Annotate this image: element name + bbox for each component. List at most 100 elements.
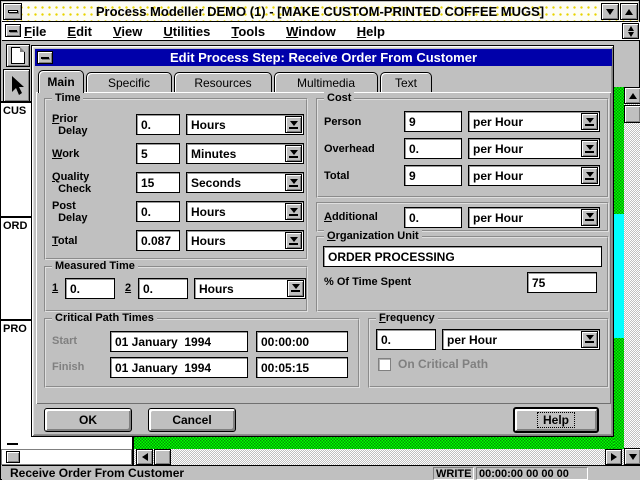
quality-check-field[interactable]: 15 [136,172,180,193]
pointer-arrow-icon [9,75,25,97]
overhead-unit-combo[interactable]: per Hour [468,138,600,159]
additional-unit-combo[interactable]: per Hour [468,207,600,228]
dropdown-arrow-icon[interactable] [285,145,302,162]
dropdown-arrow-icon[interactable] [285,232,302,249]
lane-label-processing[interactable]: PRO [3,323,31,335]
cost-total-field[interactable]: 9 [404,165,462,186]
measured-time-group: Measured Time 1 0. 2 0. Hours [44,266,308,312]
start-date-field[interactable]: 01 January 1994 [110,331,248,352]
status-clock-cell: 00:00:00 00 00 00 [476,467,588,480]
ok-button[interactable]: OK [44,408,132,432]
frequency-unit-combo[interactable]: per Hour [442,329,600,350]
measured-1-label: 1 [52,282,65,294]
scroll-right-icon [611,453,617,461]
lane-cyan-highlight [614,214,624,338]
lane-pane-hscroll-thumb[interactable] [6,451,20,463]
status-message: Receive Order From Customer [10,466,433,480]
person-unit-combo[interactable]: per Hour [468,111,600,132]
cost-total-unit-combo[interactable]: per Hour [468,165,600,186]
person-label: Person [324,116,404,128]
overhead-unit-value: per Hour [473,142,523,156]
scroll-left-button[interactable] [136,449,153,465]
pct-time-spent-field[interactable]: 75 [527,272,597,293]
time-total-field[interactable]: 0.087 [136,230,180,251]
measured-unit-value: Hours [199,282,234,296]
menu-window[interactable]: Window [286,24,336,39]
work-field[interactable]: 5 [136,143,180,164]
new-page-icon [11,47,25,64]
dropdown-arrow-icon[interactable] [581,209,598,226]
on-critical-path-checkbox[interactable] [378,358,391,371]
overhead-field[interactable]: 0. [404,138,462,159]
edit-process-step-dialog: Edit Process Step: Receive Order From Cu… [31,45,614,437]
dropdown-arrow-icon[interactable] [581,331,598,348]
quality-check-unit-combo[interactable]: Seconds [186,172,304,193]
new-diagram-button[interactable] [6,44,30,67]
lane-label-customer[interactable]: CUS [3,105,31,117]
menu-view[interactable]: View [113,24,142,39]
prior-delay-unit-combo[interactable]: Hours [186,114,304,135]
window-title: Process Modeller DEMO (1) - [MAKE CUSTOM… [2,4,638,19]
dropdown-arrow-icon[interactable] [285,116,302,133]
system-menu-button[interactable] [3,3,22,20]
dropdown-arrow-icon[interactable] [285,174,302,191]
child-system-menu-button[interactable] [5,24,21,37]
maximize-button[interactable] [620,3,638,20]
measured-unit-combo[interactable]: Hours [194,278,306,299]
tab-resources[interactable]: Resources [174,72,272,92]
child-restore-button[interactable] [622,23,639,39]
prior-delay-label: Prior Delay [52,113,136,137]
cost-group-legend: Cost [324,92,354,104]
frequency-group: Frequency 0. per Hour On Critical Path [368,318,609,388]
dropdown-arrow-icon[interactable] [581,113,598,130]
menu-file[interactable]: File [24,24,46,39]
dropdown-arrow-icon[interactable] [287,280,304,297]
help-button[interactable]: Help [513,407,599,433]
finish-time-field[interactable]: 00:05:15 [256,357,348,378]
additional-field[interactable]: 0. [404,207,462,228]
post-delay-unit-value: Hours [191,205,226,219]
measured-1-field[interactable]: 0. [65,278,115,299]
scroll-right-button[interactable] [605,449,622,465]
finish-date-field[interactable]: 01 January 1994 [110,357,248,378]
dialog-system-menu-button[interactable] [37,51,53,64]
dialog-system-menu-icon [41,57,49,59]
work-unit-combo[interactable]: Minutes [186,143,304,164]
scroll-up-button[interactable] [624,87,640,104]
time-total-unit-combo[interactable]: Hours [186,230,304,251]
tab-text[interactable]: Text [380,72,432,92]
status-mode-cell: WRITE [433,467,474,480]
scroll-down-button[interactable] [624,448,640,465]
horizontal-scrollbar[interactable] [134,449,624,465]
measured-2-field[interactable]: 0. [138,278,188,299]
organization-unit-field[interactable]: ORDER PROCESSING [323,246,602,267]
time-total-unit-value: Hours [191,234,226,248]
post-delay-field[interactable]: 0. [136,201,180,222]
prior-delay-field[interactable]: 0. [136,114,180,135]
overhead-label: Overhead [324,143,404,155]
lane-label-order[interactable]: ORD [3,220,31,232]
minimize-button[interactable] [601,3,619,20]
cancel-button[interactable]: Cancel [148,408,236,432]
dropdown-arrow-icon[interactable] [581,140,598,157]
horizontal-scroll-thumb[interactable] [154,449,171,465]
person-field[interactable]: 9 [404,111,462,132]
menu-edit[interactable]: Edit [67,24,92,39]
menu-help[interactable]: Help [357,24,385,39]
minimize-icon [606,9,614,15]
tab-main[interactable]: Main [38,70,84,93]
frequency-field[interactable]: 0. [376,329,436,350]
menu-tools[interactable]: Tools [231,24,265,39]
lane-pane-hscrollbar[interactable] [1,449,132,465]
post-delay-unit-combo[interactable]: Hours [186,201,304,222]
tab-multimedia[interactable]: Multimedia [274,72,378,92]
start-time-field[interactable]: 00:00:00 [256,331,348,352]
tab-specific[interactable]: Specific [86,72,172,92]
vertical-scroll-thumb[interactable] [624,105,640,123]
menu-utilities[interactable]: Utilities [163,24,210,39]
dropdown-arrow-icon[interactable] [581,167,598,184]
dropdown-arrow-icon[interactable] [285,203,302,220]
vertical-scrollbar[interactable] [624,87,640,465]
prior-delay-unit-value: Hours [191,118,226,132]
pointer-tool-button[interactable] [3,69,30,102]
